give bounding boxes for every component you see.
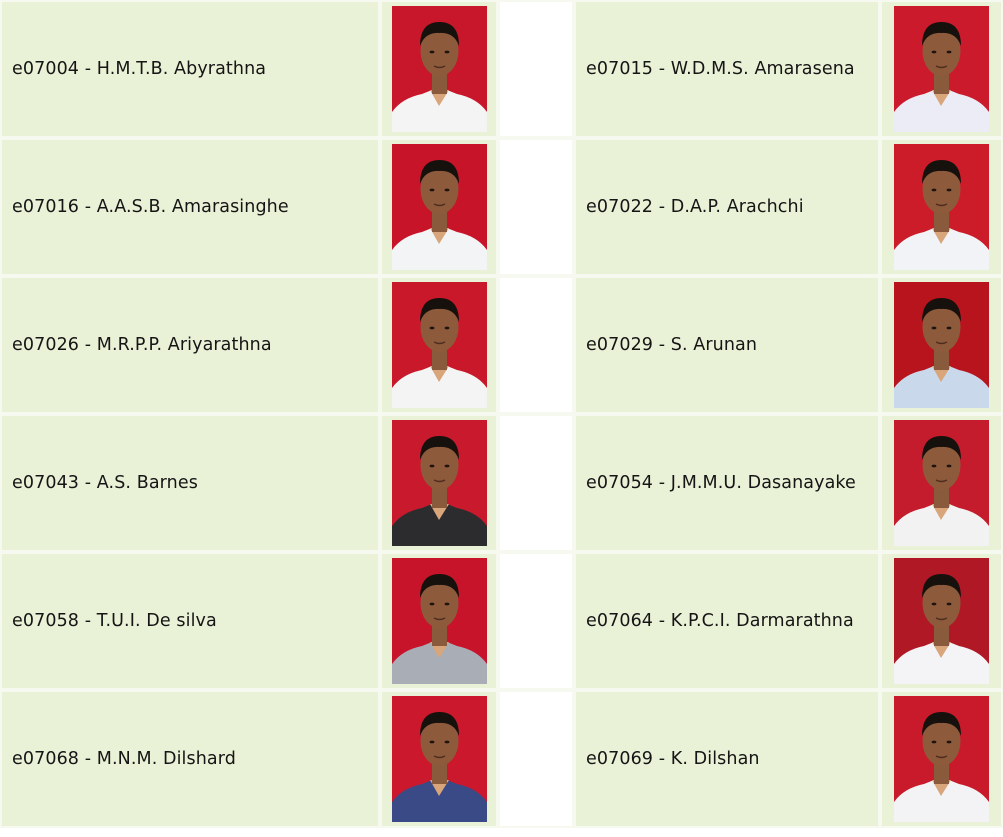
table-row: e07016 - A.A.S.B. Amarasinghe e07022 - D… <box>0 138 1003 276</box>
table-row: e07026 - M.R.P.P. Ariyarathna e07029 - S… <box>0 276 1003 414</box>
student-photo-cell <box>380 414 498 552</box>
student-photo-cell <box>380 276 498 414</box>
student-photo-cell <box>380 690 498 828</box>
student-name: e07058 - T.U.I. De silva <box>0 552 380 690</box>
column-gap <box>498 414 574 552</box>
student-photo-cell <box>880 138 1003 276</box>
student-photo-cell <box>380 0 498 138</box>
student-name: e07015 - W.D.M.S. Amarasena <box>574 0 880 138</box>
student-photo-cell <box>880 0 1003 138</box>
student-photo-cell <box>380 138 498 276</box>
column-gap <box>498 690 574 828</box>
student-name: e07029 - S. Arunan <box>574 276 880 414</box>
student-photo[interactable] <box>894 696 989 822</box>
student-name: e07069 - K. Dilshan <box>574 690 880 828</box>
table-row: e07043 - A.S. Barnes e07054 - J.M.M.U. D… <box>0 414 1003 552</box>
column-gap <box>498 138 574 276</box>
student-photo[interactable] <box>894 558 989 684</box>
student-photo[interactable] <box>894 6 989 132</box>
student-photo[interactable] <box>391 558 487 684</box>
column-gap <box>498 552 574 690</box>
student-photo[interactable] <box>391 282 487 408</box>
column-gap <box>498 276 574 414</box>
student-photo-cell <box>880 414 1003 552</box>
student-name: e07068 - M.N.M. Dilshard <box>0 690 380 828</box>
roster-body: e07004 - H.M.T.B. Abyrathna e07015 - W.D… <box>0 0 1003 828</box>
student-photo[interactable] <box>391 6 487 132</box>
student-name: e07022 - D.A.P. Arachchi <box>574 138 880 276</box>
table-row: e07068 - M.N.M. Dilshard e07069 - K. Dil… <box>0 690 1003 828</box>
student-name: e07064 - K.P.C.I. Darmarathna <box>574 552 880 690</box>
student-roster-table: e07004 - H.M.T.B. Abyrathna e07015 - W.D… <box>0 0 1003 828</box>
student-photo[interactable] <box>391 420 487 546</box>
student-name: e07004 - H.M.T.B. Abyrathna <box>0 0 380 138</box>
student-name: e07054 - J.M.M.U. Dasanayake <box>574 414 880 552</box>
student-name: e07043 - A.S. Barnes <box>0 414 380 552</box>
student-photo-cell <box>380 552 498 690</box>
student-photo[interactable] <box>391 696 487 822</box>
student-photo-cell <box>880 690 1003 828</box>
student-photo[interactable] <box>894 420 989 546</box>
student-photo-cell <box>880 552 1003 690</box>
student-photo[interactable] <box>391 144 487 270</box>
student-photo[interactable] <box>894 282 989 408</box>
column-gap <box>498 0 574 138</box>
student-name: e07016 - A.A.S.B. Amarasinghe <box>0 138 380 276</box>
student-photo-cell <box>880 276 1003 414</box>
table-row: e07058 - T.U.I. De silva e07064 - K.P.C.… <box>0 552 1003 690</box>
table-row: e07004 - H.M.T.B. Abyrathna e07015 - W.D… <box>0 0 1003 138</box>
student-name: e07026 - M.R.P.P. Ariyarathna <box>0 276 380 414</box>
student-photo[interactable] <box>894 144 989 270</box>
